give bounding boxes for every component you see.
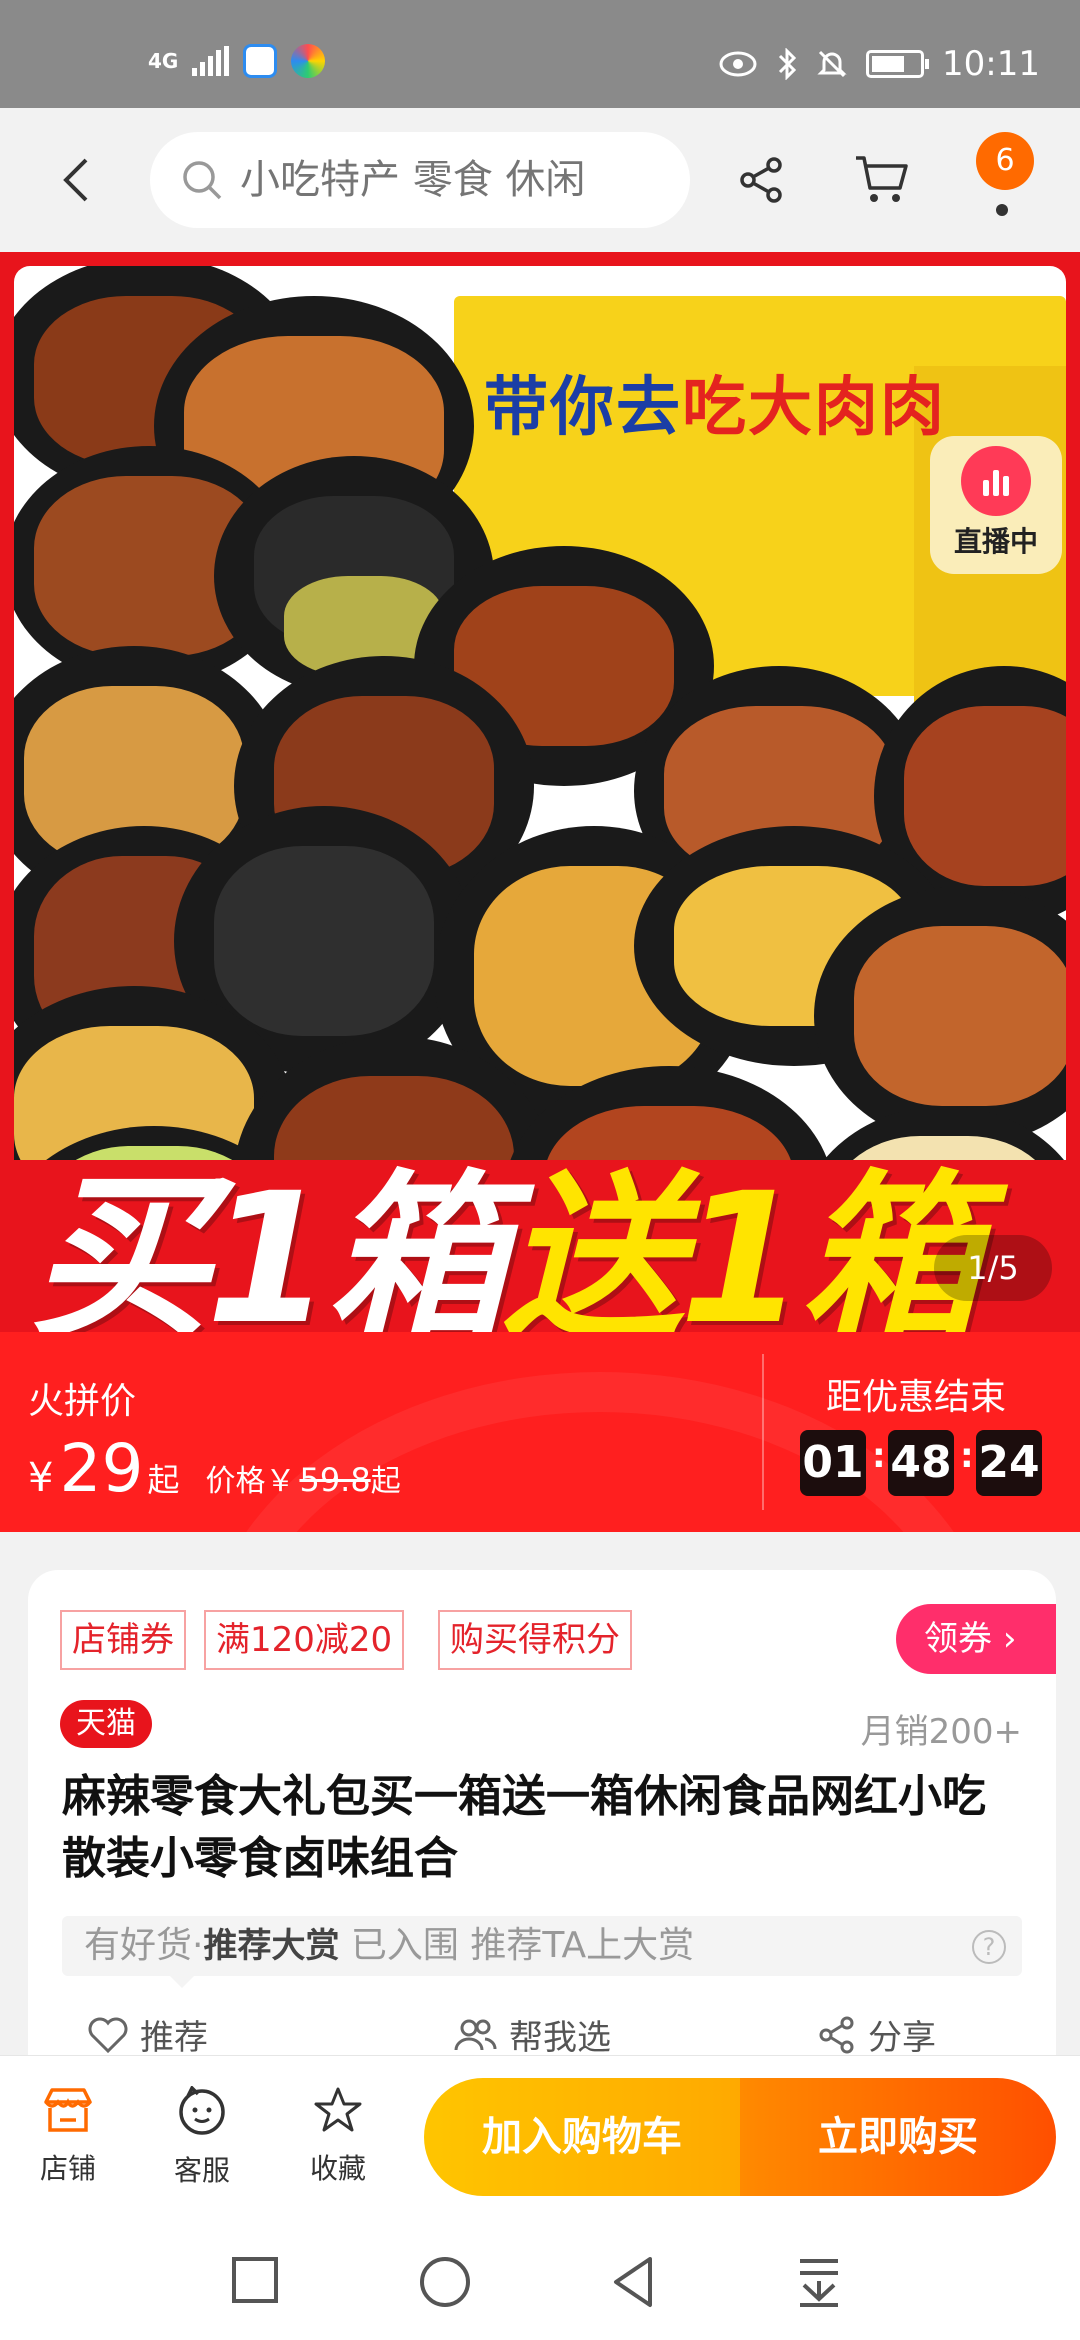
recommend-notch — [168, 1974, 196, 1988]
home-icon[interactable] — [418, 2255, 472, 2309]
status-bar: 4G 10:11 — [0, 0, 1080, 108]
mute-bell-icon — [817, 50, 847, 78]
system-nav-bar — [0, 2215, 1080, 2340]
help-me-choose-button[interactable]: 帮我选 — [453, 2010, 611, 2059]
favorite-label: 收藏 — [309, 2152, 366, 2185]
get-coupon-label: 领券 — [924, 1619, 992, 1659]
countdown-separator: : — [872, 1436, 886, 1476]
live-icon — [961, 446, 1031, 516]
banner-text-box: 箱 — [327, 1155, 507, 1332]
live-label: 直播中 — [953, 525, 1038, 558]
share-icon — [819, 2016, 854, 2053]
top-nav-bar: 6 — [0, 108, 1080, 252]
back-icon[interactable] — [58, 156, 98, 204]
search-input[interactable] — [240, 157, 660, 203]
tag-points[interactable]: 购买得积分 — [438, 1610, 632, 1670]
divider — [762, 1354, 764, 1510]
recommend-prefix: 有好货· — [84, 1925, 204, 1966]
bluetooth-icon — [778, 48, 797, 80]
bottom-action-bar: 店铺 客服 收藏 加入购物车 立即购买 — [0, 2055, 1080, 2215]
store-button[interactable]: 店铺 — [18, 2086, 118, 2187]
product-title: 麻辣零食大礼包买一箱送一箱休闲食品网红小吃散装小零食卤味组合 — [62, 1771, 986, 1884]
countdown-separator: : — [960, 1436, 974, 1476]
share-button[interactable]: 分享 — [818, 2010, 936, 2059]
product-info-card: 店铺券 满120减20 购买得积分 领券 › 天猫 月销200+ 麻辣零食大礼包… — [28, 1570, 1056, 2090]
promo-banner-text: 买1箱送1箱 — [30, 1112, 981, 1332]
eye-icon — [719, 51, 757, 77]
box-title-blue: 带你去 — [484, 371, 682, 445]
people-icon — [454, 2019, 497, 2050]
customer-service-icon — [179, 2085, 225, 2135]
recommend-text: 已入围 推荐TA上大赏 — [339, 1925, 695, 1966]
banner-text-buy: 买 — [30, 1155, 210, 1332]
help-icon[interactable]: ? — [972, 1930, 1006, 1964]
banner-text-num: 1 — [206, 1155, 331, 1332]
store-label: 店铺 — [39, 2152, 96, 2185]
tag-store-coupon[interactable]: 店铺券 — [60, 1610, 186, 1670]
live-stream-badge[interactable]: 直播中 — [930, 436, 1062, 574]
recommend-award: 推荐大赏 — [203, 1926, 340, 1966]
message-badge[interactable]: 6 — [976, 132, 1034, 190]
currency-symbol: ¥ — [28, 1455, 54, 1501]
recents-icon[interactable] — [230, 2255, 280, 2305]
network-type: 4G — [148, 49, 179, 73]
deal-price-label: 火拼价 — [28, 1381, 137, 1422]
original-price-suffix: 起 — [370, 1464, 401, 1499]
customer-service-label: 客服 — [173, 2154, 230, 2187]
search-bar[interactable] — [150, 132, 690, 228]
recommend-banner[interactable]: 有好货·推荐大赏 已入围 推荐TA上大赏 ? — [62, 1916, 1022, 1976]
image-page-indicator: 1/5 — [934, 1235, 1052, 1301]
box-title: 带你去吃大肉肉 — [484, 356, 946, 448]
share-label: 分享 — [868, 2018, 936, 2058]
monthly-sales: 月销200+ — [860, 1712, 1022, 1752]
share-icon[interactable] — [738, 156, 786, 204]
app-notification-icon — [243, 44, 278, 78]
store-icon — [44, 2088, 92, 2132]
chevron-right-icon: › — [1002, 1619, 1017, 1659]
cart-icon[interactable] — [854, 152, 910, 206]
star-icon — [314, 2087, 362, 2132]
deal-price: 29 — [59, 1430, 144, 1507]
product-image-carousel[interactable]: 带你去吃大肉肉 直播中 买1箱送1箱 1/5 — [0, 252, 1080, 1332]
heart-icon — [88, 2017, 128, 2053]
product-detail-page: 4G 10:11 6 带你去 — [0, 0, 1080, 2340]
get-coupon-button[interactable]: 领券 › — [896, 1604, 1056, 1674]
back-nav-icon[interactable] — [608, 2255, 658, 2309]
banner-text-num-yellow: 1 — [679, 1155, 804, 1332]
price-suffix: 起 — [147, 1461, 180, 1499]
favorite-button[interactable]: 收藏 — [288, 2086, 388, 2187]
price-bar: 火拼价 ¥ 29 起 价格￥ 59.8 起 距优惠结束 01 : 48 : 24 — [0, 1332, 1080, 1532]
countdown-label: 距优惠结束 — [826, 1377, 1007, 1418]
help-me-choose-label: 帮我选 — [509, 2018, 611, 2058]
app-notification-icon — [291, 44, 326, 78]
customer-service-button[interactable]: 客服 — [152, 2085, 252, 2189]
original-price-label: 价格￥ — [205, 1464, 296, 1499]
price-row: ¥ 29 起 价格￥ 59.8 起 — [28, 1430, 401, 1507]
buy-now-button[interactable]: 立即购买 — [740, 2078, 1056, 2196]
add-to-cart-button[interactable]: 加入购物车 — [424, 2078, 740, 2196]
banner-text-give: 送 — [503, 1155, 683, 1332]
clock: 10:11 — [942, 44, 1040, 84]
recommend-label: 推荐 — [140, 2018, 208, 2058]
countdown-hours: 01 — [800, 1430, 866, 1496]
box-title-red: 吃大肉肉 — [682, 371, 946, 445]
recommend-button[interactable]: 推荐 — [88, 2010, 208, 2059]
more-menu-icon[interactable] — [996, 204, 1008, 216]
battery-icon — [866, 50, 930, 78]
notification-pull-icon[interactable] — [796, 2255, 842, 2309]
tag-discount[interactable]: 满120减20 — [204, 1610, 405, 1670]
tmall-badge: 天猫 — [60, 1700, 152, 1748]
original-price: 59.8 — [299, 1461, 371, 1499]
signal-icon — [192, 46, 230, 76]
countdown-minutes: 48 — [888, 1430, 954, 1496]
search-icon — [183, 161, 222, 200]
countdown-seconds: 24 — [976, 1430, 1042, 1496]
